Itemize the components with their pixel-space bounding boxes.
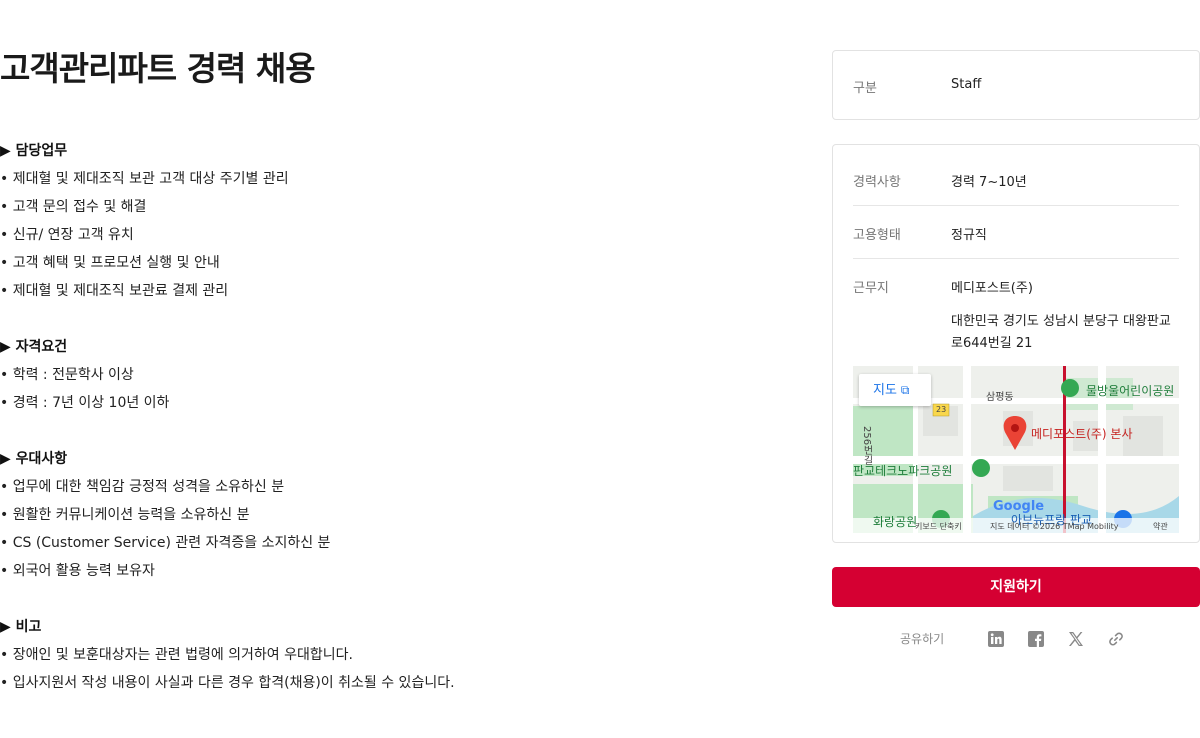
map-marker-label: 메디포스트(주) 본사 — [1031, 427, 1133, 441]
divider — [853, 205, 1179, 206]
list-item: • 원활한 커뮤니케이션 능력을 소유하신 분 — [0, 507, 250, 523]
section-heading: ▶ 비고 — [0, 619, 42, 635]
list-item: • 고객 문의 접수 및 해결 — [0, 199, 147, 215]
category-value: Staff — [951, 77, 982, 92]
details-card: 경력사항 경력 7~10년 고용형태 정규직 근무지 메디포스트(주) 대한민국… — [832, 144, 1200, 543]
google-logo: Google — [993, 499, 1045, 514]
list-item: • 장애인 및 보훈대상자는 관련 법령에 의거하여 우대합니다. — [0, 647, 353, 663]
section-notes: ▶ 비고 • 장애인 및 보훈대상자는 관련 법령에 의거하여 우대합니다. •… — [0, 613, 790, 697]
section-heading: ▶ 담당업무 — [0, 143, 68, 159]
map-label-park: 화랑공원 — [873, 515, 918, 529]
list-item: • 제대혈 및 제대조직 보관료 결제 관리 — [0, 283, 229, 299]
employment-value: 정규직 — [951, 228, 987, 243]
location-label: 근무지 — [853, 281, 889, 296]
open-map-label: 지도 — [873, 383, 897, 398]
employment-label: 고용형태 — [853, 228, 901, 243]
map-terms-link[interactable]: 약관 — [1153, 521, 1168, 532]
map-route-number: 23 — [936, 405, 947, 414]
x-icon[interactable] — [1066, 628, 1086, 650]
linkedin-icon[interactable] — [986, 628, 1006, 650]
map-label-park: 물방울어린이공원 — [1086, 384, 1175, 398]
external-link-icon: ⧉ — [900, 383, 910, 397]
apply-button[interactable]: 지원하기 — [832, 567, 1200, 607]
section-preferred: ▶ 우대사항 • 업무에 대한 책임감 긍정적 성격을 소유하신 분 • 원활한… — [0, 445, 790, 585]
link-icon[interactable] — [1106, 628, 1126, 650]
category-label: 구분 — [853, 81, 877, 96]
map-label-district: 삼평동 — [986, 392, 1014, 403]
map-label-road: 256번길 — [861, 426, 872, 466]
list-item: • 학력 : 전문학사 이상 — [0, 367, 134, 383]
location-map[interactable]: 지도 ⧉ 삼평동 물방울어린이공원 23 256번길 메디포스트(주) 본사 판교… — [853, 366, 1179, 533]
section-qualifications: ▶ 자격요건 • 학력 : 전문학사 이상 • 경력 : 7년 이상 10년 이… — [0, 333, 790, 417]
address-line-2: 로644번길 21 — [951, 336, 1033, 351]
facebook-icon[interactable] — [1026, 628, 1046, 650]
open-map-button[interactable]: 지도 ⧉ — [859, 374, 931, 406]
list-item: • 제대혈 및 제대조직 보관 고객 대상 주기별 관리 — [0, 171, 289, 187]
divider — [853, 258, 1179, 259]
list-item: • 경력 : 7년 이상 10년 이하 — [0, 395, 170, 411]
list-item: • 업무에 대한 책임감 긍정적 성격을 소유하신 분 — [0, 479, 285, 495]
share-label: 공유하기 — [900, 632, 945, 646]
list-item: • 외국어 활용 능력 보유자 — [0, 563, 155, 579]
list-item: • CS (Customer Service) 관련 자격증을 소지하신 분 — [0, 535, 331, 551]
section-duties: ▶ 담당업무 • 제대혈 및 제대조직 보관 고객 대상 주기별 관리 • 고객… — [0, 137, 790, 305]
section-heading: ▶ 자격요건 — [0, 339, 68, 355]
address-line-1: 대한민국 경기도 성남시 분당구 대왕판교 — [951, 314, 1171, 329]
keyboard-shortcuts-link[interactable]: 키보드 단축키 — [915, 521, 962, 532]
section-heading: ▶ 우대사항 — [0, 451, 68, 467]
career-value: 경력 7~10년 — [951, 175, 1027, 190]
list-item: • 입사지원서 작성 내용이 사실과 다른 경우 합격(채용)이 취소될 수 있… — [0, 675, 455, 691]
career-label: 경력사항 — [853, 175, 901, 190]
page-title: 고객관리파트 경력 채용 — [0, 49, 316, 88]
map-label-park: 판교테크노파크공원 — [853, 464, 953, 478]
list-item: • 신규/ 연장 고객 유치 — [0, 227, 134, 243]
category-card: 구분 Staff — [832, 50, 1200, 120]
list-item: • 고객 혜택 및 프로모션 실행 및 안내 — [0, 255, 220, 271]
company-name: 메디포스트(주) — [951, 281, 1033, 296]
map-attribution: 지도 데이터 ©2026 TMap Mobility — [990, 522, 1119, 531]
